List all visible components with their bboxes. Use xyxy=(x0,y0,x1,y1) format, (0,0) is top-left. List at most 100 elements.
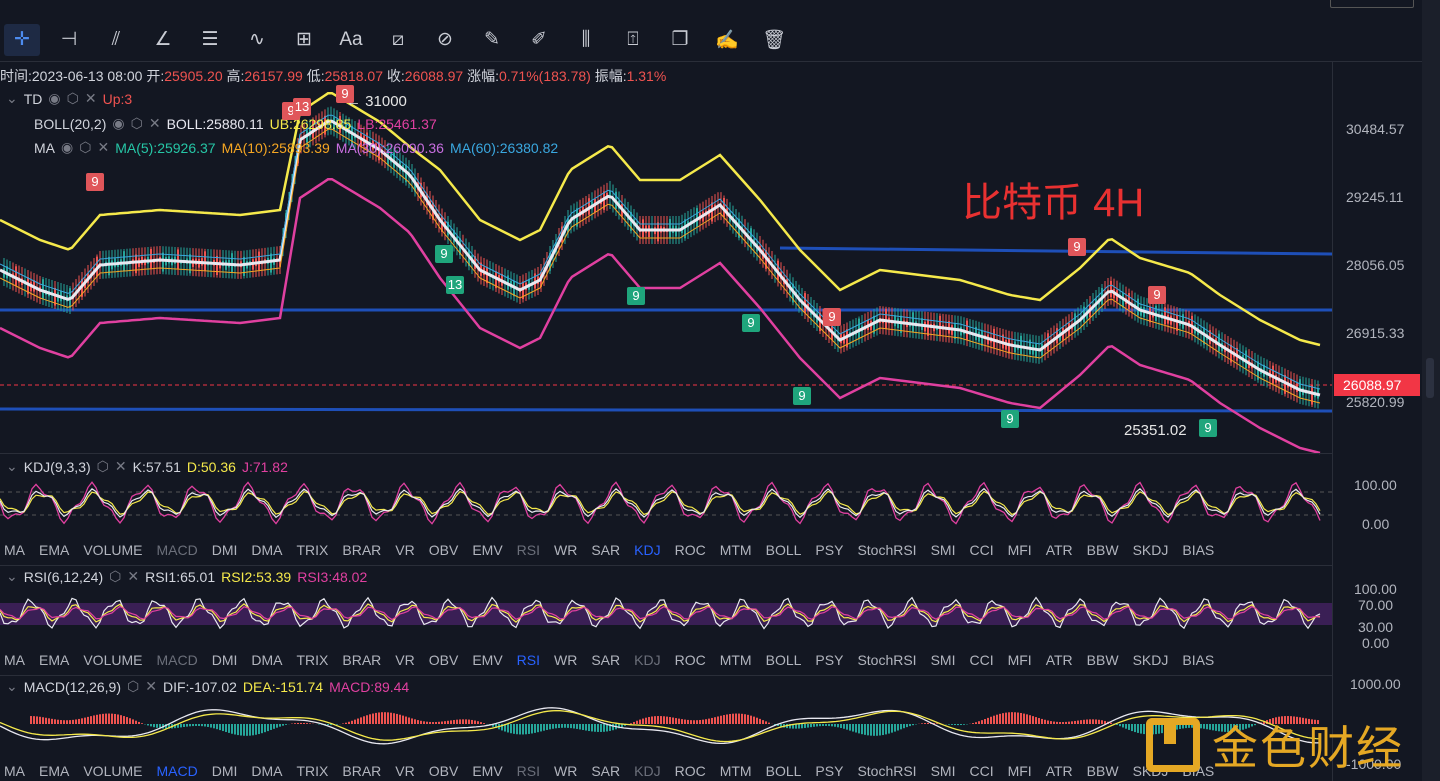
tab-volume[interactable]: VOLUME xyxy=(83,763,142,779)
tab-sar[interactable]: SAR xyxy=(591,652,620,668)
tab-trix[interactable]: TRIX xyxy=(297,763,329,779)
tab-cci[interactable]: CCI xyxy=(969,652,993,668)
close-icon[interactable]: ✕ xyxy=(127,568,139,585)
tab-skdj[interactable]: SKDJ xyxy=(1133,542,1169,558)
top-right-button[interactable] xyxy=(1330,0,1414,8)
tab-stochrsi[interactable]: StochRSI xyxy=(857,763,916,779)
close-icon[interactable]: ✕ xyxy=(97,139,109,156)
tab-dma[interactable]: DMA xyxy=(251,763,282,779)
tab-sar[interactable]: SAR xyxy=(591,763,620,779)
tab-ma[interactable]: MA xyxy=(4,763,25,779)
tab-vr[interactable]: VR xyxy=(395,652,414,668)
close-icon[interactable]: ✕ xyxy=(149,115,161,132)
scroll-thumb[interactable] xyxy=(1426,358,1434,398)
tab-macd[interactable]: MACD xyxy=(156,542,197,558)
tab-atr[interactable]: ATR xyxy=(1046,542,1073,558)
kdj-name[interactable]: KDJ(9,3,3) xyxy=(24,459,91,475)
tab-roc[interactable]: ROC xyxy=(675,652,706,668)
tab-stochrsi[interactable]: StochRSI xyxy=(857,542,916,558)
tab-rsi[interactable]: RSI xyxy=(517,652,540,668)
tab-mfi[interactable]: MFI xyxy=(1008,652,1032,668)
right-scrollbar[interactable] xyxy=(1422,0,1440,781)
macd-name[interactable]: MACD(12,26,9) xyxy=(24,679,121,695)
tab-dmi[interactable]: DMI xyxy=(212,652,238,668)
tab-bbw[interactable]: BBW xyxy=(1087,763,1119,779)
tab-obv[interactable]: OBV xyxy=(429,652,459,668)
ma-name[interactable]: MA xyxy=(34,140,55,156)
tab-bias[interactable]: BIAS xyxy=(1182,652,1214,668)
close-icon[interactable]: ✕ xyxy=(85,90,97,107)
tab-wr[interactable]: WR xyxy=(554,542,577,558)
collapse-icon[interactable]: ⌄ xyxy=(6,458,18,475)
tab-obv[interactable]: OBV xyxy=(429,763,459,779)
eye-icon[interactable]: ◉ xyxy=(112,115,124,132)
close-icon[interactable]: ✕ xyxy=(145,678,157,695)
tab-trix[interactable]: TRIX xyxy=(297,542,329,558)
tab-mfi[interactable]: MFI xyxy=(1008,763,1032,779)
settings-icon[interactable]: ⬡ xyxy=(67,90,79,107)
tab-stochrsi[interactable]: StochRSI xyxy=(857,652,916,668)
tab-sar[interactable]: SAR xyxy=(591,542,620,558)
tab-brar[interactable]: BRAR xyxy=(342,652,381,668)
tab-ema[interactable]: EMA xyxy=(39,652,69,668)
tab-mtm[interactable]: MTM xyxy=(720,652,752,668)
tab-smi[interactable]: SMI xyxy=(931,763,956,779)
tab-kdj[interactable]: KDJ xyxy=(634,542,660,558)
tab-wr[interactable]: WR xyxy=(554,652,577,668)
tab-ma[interactable]: MA xyxy=(4,542,25,558)
tab-wr[interactable]: WR xyxy=(554,763,577,779)
close-icon[interactable]: ✕ xyxy=(115,458,127,475)
tab-bias[interactable]: BIAS xyxy=(1182,542,1214,558)
settings-icon[interactable]: ⬡ xyxy=(109,568,121,585)
tab-rsi[interactable]: RSI xyxy=(517,542,540,558)
tab-bbw[interactable]: BBW xyxy=(1087,542,1119,558)
tab-ma[interactable]: MA xyxy=(4,652,25,668)
tab-roc[interactable]: ROC xyxy=(675,763,706,779)
tab-dmi[interactable]: DMI xyxy=(212,763,238,779)
tab-smi[interactable]: SMI xyxy=(931,542,956,558)
settings-icon[interactable]: ⬡ xyxy=(79,139,91,156)
eye-icon[interactable]: ◉ xyxy=(61,139,73,156)
tab-atr[interactable]: ATR xyxy=(1046,763,1073,779)
tab-macd[interactable]: MACD xyxy=(156,652,197,668)
collapse-icon[interactable]: ⌄ xyxy=(6,568,18,585)
tab-boll[interactable]: BOLL xyxy=(766,652,802,668)
rsi-name[interactable]: RSI(6,12,24) xyxy=(24,569,103,585)
td-name[interactable]: TD xyxy=(24,91,43,107)
boll-name[interactable]: BOLL(20,2) xyxy=(34,116,106,132)
tab-dmi[interactable]: DMI xyxy=(212,542,238,558)
tab-smi[interactable]: SMI xyxy=(931,652,956,668)
tab-macd[interactable]: MACD xyxy=(156,763,197,779)
collapse-icon[interactable]: ⌄ xyxy=(6,90,18,107)
tab-emv[interactable]: EMV xyxy=(472,763,502,779)
tab-cci[interactable]: CCI xyxy=(969,763,993,779)
tab-vr[interactable]: VR xyxy=(395,763,414,779)
tab-emv[interactable]: EMV xyxy=(472,652,502,668)
tab-volume[interactable]: VOLUME xyxy=(83,652,142,668)
tab-roc[interactable]: ROC xyxy=(675,542,706,558)
tab-kdj[interactable]: KDJ xyxy=(634,763,660,779)
tab-volume[interactable]: VOLUME xyxy=(83,542,142,558)
settings-icon[interactable]: ⬡ xyxy=(127,678,139,695)
tab-ema[interactable]: EMA xyxy=(39,542,69,558)
tab-boll[interactable]: BOLL xyxy=(766,763,802,779)
tab-vr[interactable]: VR xyxy=(395,542,414,558)
settings-icon[interactable]: ⬡ xyxy=(97,458,109,475)
tab-skdj[interactable]: SKDJ xyxy=(1133,652,1169,668)
tab-psy[interactable]: PSY xyxy=(815,652,843,668)
tab-dma[interactable]: DMA xyxy=(251,542,282,558)
tab-emv[interactable]: EMV xyxy=(472,542,502,558)
tab-mtm[interactable]: MTM xyxy=(720,763,752,779)
collapse-icon[interactable]: ⌄ xyxy=(6,678,18,695)
tab-trix[interactable]: TRIX xyxy=(297,652,329,668)
tab-kdj[interactable]: KDJ xyxy=(634,652,660,668)
tab-bbw[interactable]: BBW xyxy=(1087,652,1119,668)
tab-obv[interactable]: OBV xyxy=(429,542,459,558)
tab-ema[interactable]: EMA xyxy=(39,763,69,779)
eye-icon[interactable]: ◉ xyxy=(48,90,60,107)
tab-cci[interactable]: CCI xyxy=(969,542,993,558)
tab-atr[interactable]: ATR xyxy=(1046,652,1073,668)
tab-brar[interactable]: BRAR xyxy=(342,763,381,779)
tab-boll[interactable]: BOLL xyxy=(766,542,802,558)
tab-mtm[interactable]: MTM xyxy=(720,542,752,558)
